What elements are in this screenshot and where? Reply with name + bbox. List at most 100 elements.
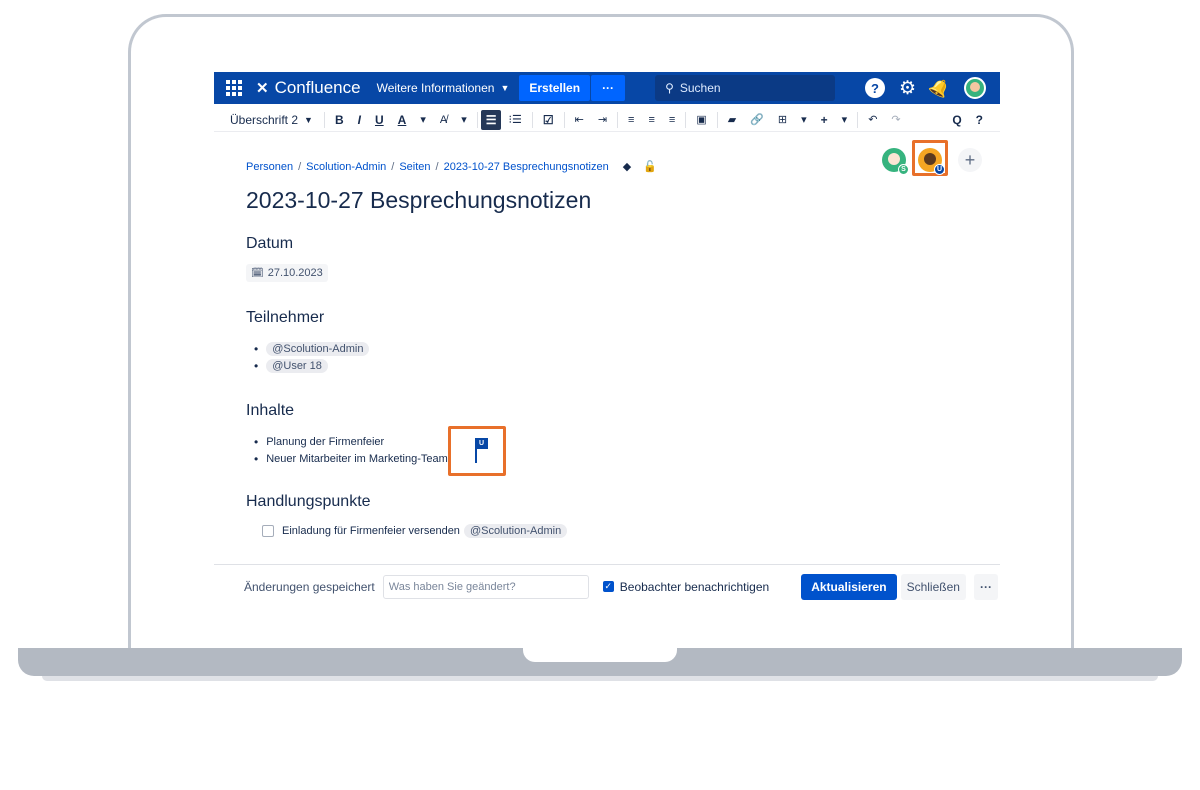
create-button[interactable]: Erstellen <box>519 75 591 101</box>
redo-button[interactable]: ↷ <box>884 110 907 130</box>
confluence-mark-icon: ✕ <box>256 80 269 97</box>
image-button[interactable]: ▰ <box>721 110 743 130</box>
help-button[interactable]: ? <box>969 110 990 130</box>
user-mention[interactable]: @Scolution-Admin <box>463 524 568 538</box>
confluence-screen: ✕ Confluence Weitere Informationen ▼ Ers… <box>214 72 1000 612</box>
list-item[interactable]: @User 18 <box>254 357 369 374</box>
chevron-down-icon[interactable]: ▾ <box>413 110 433 130</box>
close-button[interactable]: Schließen <box>900 573 966 600</box>
user-mention[interactable]: @Scolution-Admin <box>266 341 370 356</box>
clear-format-button[interactable]: A̸ <box>433 110 454 130</box>
content-list: Planung der Firmenfeier Neuer Mitarbeite… <box>254 433 448 467</box>
task-checkbox[interactable] <box>262 525 274 537</box>
list-item[interactable]: Neuer Mitarbeiter im Marketing-Team <box>254 450 448 467</box>
list-item[interactable]: @Scolution-Admin <box>254 340 370 357</box>
toolbar-divider <box>716 111 718 128</box>
actions-heading[interactable]: Handlungspunkte <box>246 493 371 511</box>
nav-icons: ? ⚙ 🔔 <box>865 74 986 101</box>
date-chip[interactable]: 🗓 27.10.2023 <box>246 264 328 282</box>
breadcrumb-seiten[interactable]: Seiten <box>399 161 430 173</box>
product-name: Confluence <box>274 78 361 97</box>
participants-list: @Scolution-Admin @User 18 <box>254 340 370 374</box>
breadcrumb-separator: / <box>391 160 395 173</box>
content-heading[interactable]: Inhalte <box>246 402 294 420</box>
breadcrumb-separator: / <box>298 160 302 173</box>
task-button[interactable]: ☑ <box>536 110 561 130</box>
breadcrumb-separator: / <box>435 160 439 173</box>
collaborator-avatar-s[interactable]: S <box>882 148 909 175</box>
calendar-icon: 🗓 <box>251 267 264 279</box>
text-style-label: Überschrift 2 <box>230 112 299 127</box>
more-info-label: Weitere Informationen <box>376 81 495 95</box>
toolbar-divider <box>531 111 533 128</box>
confluence-logo[interactable]: ✕ Confluence <box>256 78 361 98</box>
date-value: 27.10.2023 <box>267 267 323 279</box>
help-icon[interactable]: ? <box>865 78 886 98</box>
change-comment-input[interactable] <box>382 574 589 599</box>
laptop-notch <box>523 648 677 662</box>
toolbar-divider <box>323 111 325 128</box>
outdent-button[interactable]: ⇤ <box>568 110 591 130</box>
chevron-down-icon: ▼ <box>304 114 313 125</box>
align-right-button[interactable]: ≡ <box>662 110 682 130</box>
insert-button[interactable]: + <box>814 110 835 130</box>
search-placeholder: Suchen <box>679 81 721 95</box>
more-info-menu[interactable]: Weitere Informationen ▼ <box>377 81 510 95</box>
indent-button[interactable]: ⇥ <box>591 110 614 130</box>
page-title[interactable]: 2023-10-27 Besprechungsnotizen <box>246 187 591 214</box>
undo-button[interactable]: ↶ <box>861 110 884 130</box>
align-center-button[interactable]: ≡ <box>641 110 661 130</box>
text-style-dropdown[interactable]: Überschrift 2 ▼ <box>214 113 321 127</box>
user-mention[interactable]: @User 18 <box>266 358 328 373</box>
bullet-list-button[interactable]: ☰ <box>480 109 502 130</box>
text-color-button[interactable]: A <box>391 110 414 130</box>
highlight-frame-cursor <box>448 426 506 476</box>
underline-button[interactable]: U <box>368 110 391 130</box>
more-actions-button[interactable]: ··· <box>973 573 998 600</box>
profile-avatar[interactable] <box>964 77 986 99</box>
add-collaborator-button[interactable]: + <box>958 148 982 172</box>
list-item[interactable]: Planung der Firmenfeier <box>254 433 448 450</box>
find-button[interactable]: Q <box>945 110 968 130</box>
search-input[interactable]: ⚲ Suchen <box>655 75 836 101</box>
label-tag-icon[interactable]: ◆ <box>623 160 631 173</box>
notify-watchers-toggle[interactable]: ✓ Beobachter benachrichtigen <box>602 580 769 594</box>
notifications-icon[interactable]: 🔔 <box>926 74 953 101</box>
bold-button[interactable]: B <box>328 110 351 130</box>
layout-button[interactable]: ▣ <box>689 110 713 130</box>
date-heading[interactable]: Datum <box>246 235 293 253</box>
breadcrumb-current-page[interactable]: 2023-10-27 Besprechungsnotizen <box>444 161 609 173</box>
chevron-down-icon[interactable]: ▾ <box>454 110 474 130</box>
app-switcher-icon[interactable] <box>226 80 242 96</box>
create-more-button[interactable]: ··· <box>591 75 626 101</box>
breadcrumb-scolution-admin[interactable]: Scolution-Admin <box>306 161 386 173</box>
save-status: Änderungen gespeichert <box>244 579 375 594</box>
link-icon[interactable]: 🔗 <box>743 110 771 130</box>
breadcrumb-personen[interactable]: Personen <box>246 161 293 173</box>
chevron-down-icon[interactable]: ▾ <box>835 110 855 130</box>
update-button[interactable]: Aktualisieren <box>801 573 897 600</box>
align-left-button[interactable]: ≡ <box>621 110 641 130</box>
numbered-list-button[interactable]: ⁝☰ <box>501 110 528 130</box>
toolbar-divider <box>476 111 478 128</box>
toolbar-divider <box>617 111 619 128</box>
gear-icon[interactable]: ⚙ <box>899 77 916 100</box>
toolbar-right: Q ? <box>945 110 990 130</box>
top-navigation: ✕ Confluence Weitere Informationen ▼ Ers… <box>214 72 1000 104</box>
editor-footer: Änderungen gespeichert ✓ Beobachter bena… <box>214 564 1000 608</box>
search-icon: ⚲ <box>665 81 674 95</box>
toolbar-divider <box>563 111 565 128</box>
table-button[interactable]: ⊞ <box>771 110 794 130</box>
chevron-down-icon[interactable]: ▾ <box>794 110 814 130</box>
italic-button[interactable]: I <box>351 110 368 130</box>
collaborator-badge: U <box>934 164 945 175</box>
breadcrumb-icons: ◆ 🔓 <box>623 160 657 173</box>
chevron-down-icon: ▼ <box>500 83 510 93</box>
action-item: Einladung für Firmenfeier versenden @Sco… <box>262 524 568 538</box>
toolbar-divider <box>685 111 687 128</box>
laptop-base-shadow <box>42 676 1158 681</box>
participants-heading[interactable]: Teilnehmer <box>246 309 324 327</box>
restrictions-lock-icon[interactable]: 🔓 <box>643 160 657 173</box>
action-text[interactable]: Einladung für Firmenfeier versenden <box>282 525 460 537</box>
collaborator-badge: S <box>898 164 909 175</box>
